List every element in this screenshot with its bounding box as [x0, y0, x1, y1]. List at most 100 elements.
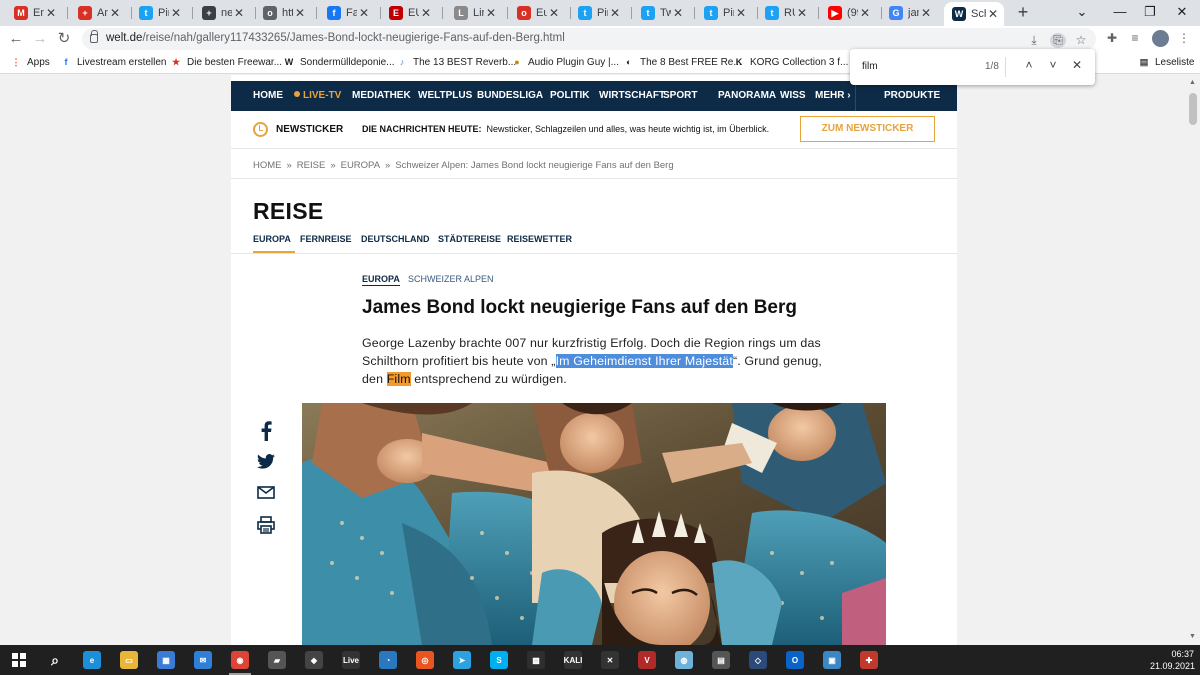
- nav-item-home[interactable]: HOME: [253, 90, 283, 101]
- app-icon[interactable]: ▰: [268, 651, 286, 669]
- browser-tab[interactable]: Gjam✕: [881, 2, 937, 24]
- browser-tab[interactable]: ▶ (99✕: [820, 2, 876, 24]
- nav-item-wirtschaft[interactable]: WIRTSCHAFT: [599, 90, 665, 101]
- tab-close-icon[interactable]: ✕: [484, 6, 498, 20]
- tab-close-icon[interactable]: ✕: [169, 6, 183, 20]
- tab-close-icon[interactable]: ✕: [108, 6, 122, 20]
- tab-close-icon[interactable]: ✕: [547, 6, 561, 20]
- chrome-icon[interactable]: ◉: [231, 651, 249, 669]
- tab-close-icon[interactable]: ✕: [608, 6, 622, 20]
- outlook-icon[interactable]: O: [786, 651, 804, 669]
- twitter-share-icon[interactable]: [255, 451, 277, 471]
- find-previous-icon[interactable]: ˄: [1021, 58, 1037, 72]
- profile-avatar[interactable]: [1152, 30, 1169, 47]
- new-tab-button[interactable]: +: [1014, 3, 1032, 21]
- breadcrumb-item[interactable]: REISE: [297, 160, 326, 171]
- breadcrumb-item[interactable]: EUROPA: [341, 160, 380, 171]
- search-icon[interactable]: ⌕: [46, 651, 64, 669]
- bookmark-item[interactable]: ◐ The 8 Best FREE Re...: [623, 56, 741, 68]
- nav-item-politik[interactable]: POLITIK: [550, 90, 589, 101]
- email-share-icon[interactable]: [255, 482, 277, 502]
- kali-icon[interactable]: KALI: [564, 651, 582, 669]
- page-scrollbar[interactable]: ▲ ▼: [1186, 75, 1200, 645]
- app-icon[interactable]: ◆: [305, 651, 323, 669]
- browser-tab[interactable]: + Ans✕: [70, 2, 126, 24]
- browser-tab[interactable]: E EU/✕: [381, 2, 437, 24]
- bookmark-item[interactable]: ♪ The 13 BEST Reverb...: [396, 56, 516, 68]
- browser-tab[interactable]: o Eur✕: [509, 2, 565, 24]
- back-arrow-icon[interactable]: ←: [7, 30, 25, 48]
- bookmark-star-icon[interactable]: ☆: [1073, 33, 1089, 47]
- tab-close-icon[interactable]: ✕: [419, 6, 433, 20]
- tab-search-icon[interactable]: ⌄: [1072, 4, 1092, 20]
- bookmark-item[interactable]: ★ Die besten Freewar...: [170, 56, 282, 68]
- find-next-icon[interactable]: ˅: [1045, 58, 1061, 72]
- browser-tab[interactable]: f Fac✕: [319, 2, 375, 24]
- tab-close-icon[interactable]: ✕: [44, 6, 58, 20]
- restore-button[interactable]: ❐: [1140, 4, 1160, 20]
- browser-tab[interactable]: W Sch✕: [944, 2, 1004, 26]
- system-clock[interactable]: 06:37 21.09.2021: [1150, 648, 1195, 672]
- nav-item-bundesliga[interactable]: BUNDESLIGA: [477, 90, 543, 101]
- facebook-share-icon[interactable]: [255, 421, 277, 441]
- tab-close-icon[interactable]: ✕: [858, 6, 872, 20]
- browser-tab[interactable]: t Pin✕: [570, 2, 626, 24]
- browser-tab[interactable]: + ner✕: [194, 2, 250, 24]
- app-icon[interactable]: ▤: [712, 651, 730, 669]
- tab-close-icon[interactable]: ✕: [795, 6, 809, 20]
- nav-item-live-tv[interactable]: LIVE-TV: [294, 90, 341, 101]
- scroll-thumb[interactable]: [1189, 93, 1197, 125]
- nav-item-weltplus[interactable]: WELTPLUS: [418, 90, 472, 101]
- app-icon[interactable]: ▩: [527, 651, 545, 669]
- nav-item-panorama[interactable]: PANORAMA: [718, 90, 776, 101]
- disk-icon[interactable]: ◔: [379, 651, 397, 669]
- find-input[interactable]: film: [862, 61, 878, 72]
- scroll-up-icon[interactable]: ▲: [1189, 79, 1196, 86]
- tab-close-icon[interactable]: ✕: [919, 6, 933, 20]
- bookmark-item[interactable]: ⋮ Apps: [10, 56, 50, 68]
- gallery-photo[interactable]: [302, 403, 886, 645]
- browser-tab[interactable]: M Ent✕: [6, 2, 62, 24]
- bookmark-item[interactable]: ● Audio Plugin Guy |...: [511, 56, 619, 68]
- breadcrumb-item[interactable]: HOME: [253, 160, 282, 171]
- tab-close-icon[interactable]: ✕: [232, 6, 246, 20]
- subnav-item-1[interactable]: FERNREISE: [300, 234, 352, 244]
- windows-start-icon[interactable]: [10, 651, 28, 669]
- file-explorer-icon[interactable]: ▭: [120, 651, 138, 669]
- box-icon[interactable]: ◇: [749, 651, 767, 669]
- browser-tab[interactable]: t Pin✕: [696, 2, 752, 24]
- bookmark-item[interactable]: f Livestream erstellen: [60, 56, 167, 68]
- extensions-icon[interactable]: ✚: [1104, 31, 1120, 45]
- nav-item-mediathek[interactable]: MEDIATHEK: [352, 90, 411, 101]
- ubuntu-icon[interactable]: ◎: [416, 651, 434, 669]
- tab-close-icon[interactable]: ✕: [293, 6, 307, 20]
- minimize-button[interactable]: —: [1110, 4, 1130, 19]
- subnav-item-0[interactable]: EUROPA: [253, 234, 291, 244]
- tab-close-icon[interactable]: ✕: [986, 7, 1000, 21]
- browser-tab[interactable]: L Lin✕: [446, 2, 502, 24]
- app-icon[interactable]: ◍: [675, 651, 693, 669]
- subnav-item-4[interactable]: REISEWETTER: [507, 234, 572, 244]
- browser-tab[interactable]: t Pin✕: [131, 2, 187, 24]
- telegram-icon[interactable]: ➤: [453, 651, 471, 669]
- download-icon[interactable]: ⤓: [1026, 33, 1042, 48]
- tab-close-icon[interactable]: ✕: [734, 6, 748, 20]
- bookmark-item[interactable]: W Sondermülldeponie...: [283, 56, 395, 68]
- browser-tab[interactable]: t Twe✕: [633, 2, 689, 24]
- find-page-icon[interactable]: ⎘: [1050, 33, 1066, 48]
- products-button[interactable]: PRODUKTE: [855, 81, 957, 111]
- print-icon[interactable]: [255, 515, 277, 535]
- bookmark-item[interactable]: ▤ Leseliste: [1138, 56, 1195, 68]
- find-close-icon[interactable]: ✕: [1069, 58, 1085, 72]
- live-icon[interactable]: Live: [342, 651, 360, 669]
- bookmark-item[interactable]: K KORG Collection 3 f...: [733, 56, 849, 68]
- photos-icon[interactable]: ▣: [823, 651, 841, 669]
- nav-item-wiss[interactable]: WISS: [780, 90, 806, 101]
- voicemeeter-icon[interactable]: V: [638, 651, 656, 669]
- article-tag-europa[interactable]: EUROPA: [362, 274, 400, 286]
- scroll-down-icon[interactable]: ▼: [1189, 633, 1196, 640]
- skype-icon[interactable]: S: [490, 651, 508, 669]
- app-icon[interactable]: ✕: [601, 651, 619, 669]
- media-control-icon[interactable]: ≡: [1127, 31, 1143, 45]
- reload-icon[interactable]: ↻: [55, 30, 73, 48]
